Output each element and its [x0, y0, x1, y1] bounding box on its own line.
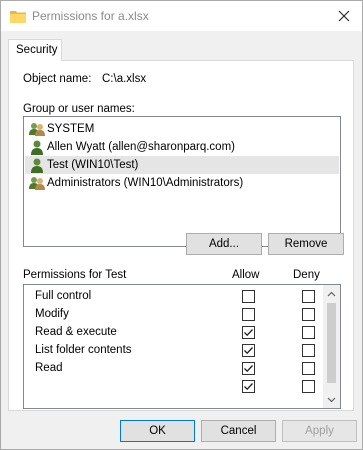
- allow-checkbox[interactable]: [242, 344, 255, 357]
- permission-name: List folder contents: [35, 344, 132, 356]
- list-item-label: Test (WIN10\Test): [47, 159, 139, 171]
- deny-checkbox[interactable]: [302, 362, 315, 375]
- list-item[interactable]: Administrators (WIN10\Administrators): [25, 174, 339, 192]
- title-bar: Permissions for a.xlsx: [1, 1, 362, 31]
- allow-checkbox[interactable]: [242, 290, 255, 303]
- chevron-up-icon: [327, 291, 336, 296]
- user-icon: [31, 158, 43, 173]
- object-name-label: Object name:: [23, 73, 92, 85]
- permission-row-modify: Modify: [24, 306, 324, 324]
- deny-checkbox[interactable]: [302, 380, 315, 393]
- permission-name: Modify: [35, 308, 69, 320]
- permissions-label: Permissions for Test: [23, 269, 127, 281]
- allow-checkbox[interactable]: [242, 326, 255, 339]
- close-icon: [338, 10, 350, 22]
- checkmark-icon: [244, 365, 253, 373]
- list-item[interactable]: Allen Wyatt (allen@sharonparq.com): [25, 138, 339, 156]
- list-item-label: Administrators (WIN10\Administrators): [47, 177, 244, 189]
- deny-checkbox[interactable]: [302, 308, 315, 321]
- permission-name: Full control: [35, 290, 92, 302]
- user-icon: [31, 140, 43, 155]
- list-item[interactable]: Test (WIN10\Test): [25, 156, 339, 174]
- window-title: Permissions for a.xlsx: [32, 9, 149, 23]
- cancel-button[interactable]: Cancel: [201, 420, 276, 442]
- checkmark-icon: [244, 383, 253, 391]
- close-button[interactable]: [334, 7, 354, 25]
- permissions-scrollbar[interactable]: [323, 285, 340, 408]
- tab-security[interactable]: Security: [8, 39, 62, 61]
- deny-checkbox[interactable]: [302, 290, 315, 303]
- list-item[interactable]: SYSTEM: [25, 120, 339, 138]
- list-item-label: SYSTEM: [47, 123, 95, 135]
- permission-row-list-folder-contents: List folder contents: [24, 342, 324, 360]
- remove-button[interactable]: Remove: [268, 233, 344, 255]
- allow-checkbox[interactable]: [242, 362, 255, 375]
- ok-button[interactable]: OK: [120, 420, 195, 442]
- scroll-thumb[interactable]: [327, 303, 336, 383]
- deny-checkbox[interactable]: [302, 344, 315, 357]
- deny-column-header: Deny: [293, 269, 320, 281]
- permission-row-partial: [24, 378, 324, 396]
- list-item-label: Allen Wyatt (allen@sharonparq.com): [47, 141, 235, 153]
- folder-icon: [10, 11, 26, 23]
- permission-name: Read: [35, 362, 63, 374]
- permission-name: Read & execute: [35, 326, 117, 338]
- permission-row-read-execute: Read & execute: [24, 324, 324, 342]
- allow-checkbox[interactable]: [242, 380, 255, 393]
- group-users-icon: [29, 177, 45, 190]
- permission-row-full-control: Full control: [24, 288, 324, 306]
- add-button[interactable]: Add...: [186, 233, 262, 255]
- permissions-dialog: Permissions for a.xlsx Security Object n…: [0, 0, 363, 450]
- security-panel: Object name: C:\a.xlsx Group or user nam…: [8, 60, 354, 411]
- deny-checkbox[interactable]: [302, 326, 315, 339]
- scroll-down-button[interactable]: [323, 391, 340, 408]
- chevron-down-icon: [327, 397, 336, 402]
- permissions-list: Full control Modify Read & execute List …: [23, 284, 341, 409]
- group-names-label: Group or user names:: [23, 103, 135, 115]
- apply-button[interactable]: Apply: [282, 420, 357, 442]
- object-name-value: C:\a.xlsx: [102, 73, 147, 85]
- permission-row-read: Read: [24, 360, 324, 378]
- checkmark-icon: [244, 329, 253, 337]
- checkmark-icon: [244, 347, 253, 355]
- scroll-up-button[interactable]: [323, 285, 340, 302]
- allow-checkbox[interactable]: [242, 308, 255, 321]
- group-user-list[interactable]: SYSTEM Allen Wyatt (allen@sharonparq.com…: [23, 116, 341, 247]
- allow-column-header: Allow: [232, 269, 260, 281]
- group-users-icon: [29, 123, 45, 136]
